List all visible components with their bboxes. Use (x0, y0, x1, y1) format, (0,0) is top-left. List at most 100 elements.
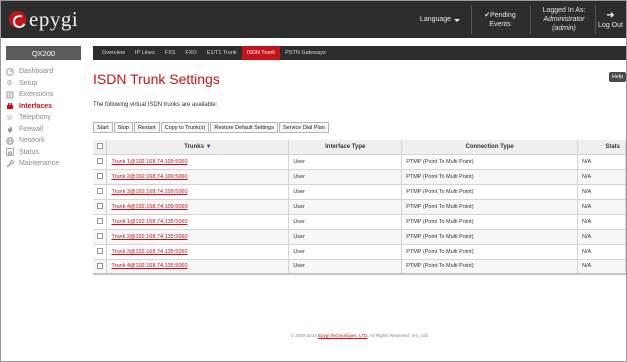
row-select-cell (93, 259, 108, 275)
column-header-stats: Stats (577, 140, 626, 155)
column-header-trunks[interactable]: Trunks ▼ (106, 140, 290, 155)
row-select-cell (93, 244, 108, 260)
sidebar-item-setup[interactable]: ⚙ Setup (5, 78, 85, 90)
language-label: Language (419, 16, 452, 23)
row-checkbox[interactable] (96, 218, 103, 225)
sidebar-item-dashboard[interactable]: Dashboard (5, 66, 85, 78)
pending-label: ✔Pending (484, 11, 516, 20)
stats-cell: N/A (577, 229, 626, 245)
interface-type-cell: User (288, 229, 403, 245)
logout-label: Log Out (598, 21, 623, 29)
table-header-row: Trunks ▼ Interface Type Connection Type … (93, 140, 626, 155)
stats-cell: N/A (577, 259, 626, 275)
sidebar-item-telephony[interactable]: ☏ Telephony (5, 112, 85, 124)
trunk-link[interactable]: Trunk 3@192.168.74.135:5060 (111, 249, 187, 255)
trunk-link[interactable]: Trunk 4@192.168.74.109:5060 (111, 204, 187, 210)
tab-fxo[interactable]: FXO (180, 46, 201, 60)
company-link[interactable]: Epygi Technologies, LTD (318, 333, 367, 338)
app-window: epygi Language ✔Pending Events Logged In… (0, 0, 627, 362)
language-menu[interactable]: Language (409, 1, 471, 38)
connection-type-cell: PTMP (Point To Multi Point) (401, 184, 579, 200)
interface-type-cell: User (288, 184, 403, 200)
sidebar-item-status[interactable]: Status (5, 147, 85, 159)
table-row: Trunk 2@192.168.74.109:5060 User PTMP (P… (93, 169, 626, 185)
connection-type-cell: PTMP (Point To Multi Point) (401, 214, 579, 230)
row-checkbox[interactable] (96, 158, 103, 165)
stats-cell: N/A (577, 214, 626, 230)
header-divider (471, 5, 472, 34)
sidebar-item-maintenance[interactable]: Maintenance (5, 158, 85, 170)
row-checkbox[interactable] (96, 188, 103, 195)
sidebar-item-label: Status (19, 148, 39, 156)
interfaces-tab-bar: Overview IP Lines FXS FXO E1/T1 Trunk IS… (93, 46, 626, 60)
trunk-cell: Trunk 3@192.168.74.135:5060 (106, 244, 290, 260)
page-title: ISDN Trunk Settings (93, 71, 220, 87)
logged-in-user: Administrator (admin) (543, 16, 585, 32)
logged-in-info: Logged In As: Administrator (admin) (534, 1, 594, 38)
trunk-cell: Trunk 2@192.168.74.109:5060 (106, 169, 290, 185)
row-select-cell (93, 169, 108, 185)
trunk-link[interactable]: Trunk 1@192.168.74.109:5060 (111, 159, 187, 165)
sidebar-item-extensions[interactable]: Extensions (5, 89, 85, 101)
table-row: Trunk 4@192.168.74.135:5060 User PTMP (P… (93, 259, 626, 275)
copyright-prefix: © 2000-2014 (290, 333, 317, 338)
sidebar-nav: Dashboard ⚙ Setup Extensions Interfaces … (5, 66, 85, 170)
tab-fxs[interactable]: FXS (160, 46, 181, 60)
events-label: Events (489, 20, 511, 28)
column-header-interface-type: Interface Type (288, 140, 403, 155)
row-checkbox[interactable] (96, 233, 103, 240)
page-footer: © 2000-2014 Epygi Technologies, LTD, All… (93, 333, 626, 338)
table-row: Trunk 4@192.168.74.109:5060 User PTMP (P… (93, 199, 626, 215)
row-checkbox[interactable] (96, 263, 103, 270)
tab-isdn-trunk[interactable]: ISDN Trunk (241, 46, 281, 60)
trunk-link[interactable]: Trunk 3@192.168.74.109:5060 (111, 189, 187, 195)
row-checkbox[interactable] (96, 248, 103, 255)
sidebar-item-network[interactable]: Network (5, 135, 85, 147)
trunk-link[interactable]: Trunk 2@192.168.74.109:5060 (111, 174, 187, 180)
phone-icon: ☏ (5, 114, 14, 122)
tab-e1t1-trunk[interactable]: E1/T1 Trunk (202, 46, 242, 60)
row-checkbox[interactable] (96, 203, 103, 210)
sidebar-item-label: Interfaces (19, 102, 53, 110)
sidebar-item-label: Dashboard (19, 68, 54, 76)
header-divider (530, 5, 531, 34)
stats-cell: N/A (577, 154, 626, 170)
interface-type-cell: User (288, 214, 403, 230)
trunk-link[interactable]: Trunk 4@192.168.74.135:5060 (111, 263, 187, 269)
sidebar-item-interfaces[interactable]: Interfaces (5, 101, 85, 113)
select-all-checkbox[interactable] (96, 143, 103, 150)
logout-button[interactable]: ➜ Log Out (595, 1, 626, 38)
logged-in-label: Logged In As: (542, 7, 586, 14)
dashboard-icon (5, 67, 14, 76)
service-dial-plan-button[interactable]: Service Dial Plan (278, 122, 329, 133)
connection-type-cell: PTMP (Point To Multi Point) (401, 259, 579, 275)
restart-button[interactable]: Restart (133, 122, 160, 133)
select-all-cell (93, 140, 108, 155)
stats-cell: N/A (577, 169, 626, 185)
start-button[interactable]: Start (93, 122, 113, 133)
sidebar-item-label: Maintenance (19, 160, 60, 168)
sidebar-item-firewall[interactable]: Firewall (5, 124, 85, 136)
tab-overview[interactable]: Overview (97, 46, 130, 60)
logo-text: epygi (29, 6, 79, 31)
trunk-cell: Trunk 1@192.168.74.135:5060 (106, 214, 290, 230)
sort-down-icon: ▼ (205, 143, 212, 150)
interface-type-cell: User (288, 244, 403, 260)
pending-events-button[interactable]: ✔Pending Events (473, 1, 527, 38)
interface-type-cell: User (288, 154, 403, 170)
restore-default-settings-button[interactable]: Restore Default Settings (210, 122, 278, 133)
stats-cell: N/A (577, 244, 626, 260)
connection-type-cell: PTMP (Point To Multi Point) (401, 229, 579, 245)
interface-type-cell: User (288, 169, 403, 185)
row-select-cell (93, 214, 108, 230)
help-button[interactable]: Help (609, 72, 626, 82)
trunk-link[interactable]: Trunk 1@192.168.74.135:5060 (111, 219, 187, 225)
tab-pstn-gateways[interactable]: PSTN Gateways (280, 46, 331, 60)
trunk-link[interactable]: Trunk 2@192.168.74.135:5060 (111, 234, 187, 240)
epygi-logo[interactable]: epygi (9, 7, 78, 31)
copy-to-trunks-button[interactable]: Copy to Trunk(s) (160, 122, 210, 133)
action-toolbar: Start Stop Restart Copy to Trunk(s) Rest… (93, 122, 329, 133)
row-checkbox[interactable] (96, 173, 103, 180)
stop-button[interactable]: Stop (113, 122, 133, 133)
tab-ip-lines[interactable]: IP Lines (130, 46, 160, 60)
